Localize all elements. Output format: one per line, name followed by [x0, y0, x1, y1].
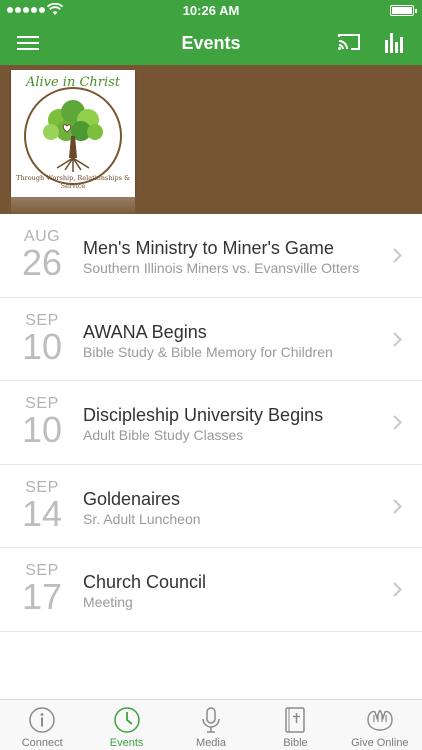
tab-media[interactable]: Media: [169, 700, 253, 750]
tab-events[interactable]: Events: [84, 700, 168, 750]
event-day: 10: [21, 325, 63, 367]
hands-icon: [367, 709, 393, 731]
event-day: 26: [21, 242, 63, 283]
tab-bible[interactable]: Bible: [253, 700, 337, 750]
event-day: 14: [21, 492, 63, 534]
chevron-right-icon: [393, 415, 402, 430]
event-subtitle: Meeting: [83, 594, 133, 610]
chevron-right-icon: [393, 331, 402, 347]
event-title: Goldenaires: [83, 488, 181, 509]
church-logo: Alive in Christ Through Worship, Relatio…: [11, 70, 135, 197]
bible-icon: [285, 707, 306, 733]
status-time: 10:26 AM: [182, 3, 240, 18]
tab-give-online[interactable]: Give Online: [338, 700, 422, 750]
event-row[interactable]: AUG 26 Men's Ministry to Miner's Game So…: [0, 214, 422, 298]
tab-connect[interactable]: Connect: [0, 700, 84, 750]
event-title: Discipleship University Begins: [83, 405, 324, 425]
chevron-right-icon: [393, 248, 402, 263]
logo-reflection: [11, 197, 135, 214]
status-bar: 10:26 AM: [0, 0, 422, 22]
tab-label: Give Online: [351, 737, 409, 749]
events-list: AUG 26 Men's Ministry to Miner's Game So…: [0, 214, 422, 632]
event-title: AWANA Begins: [83, 321, 207, 342]
cast-icon[interactable]: [337, 32, 361, 52]
event-title: Men's Ministry to Miner's Game: [83, 238, 334, 258]
event-row[interactable]: SEP 10 AWANA Begins Bible Study & Bible …: [0, 297, 422, 381]
stats-icon[interactable]: [384, 30, 406, 54]
tab-label: Connect: [21, 737, 63, 749]
event-day: 10: [21, 409, 63, 450]
tab-label: Bible: [283, 737, 308, 749]
event-subtitle: Sr. Adult Luncheon: [83, 510, 201, 527]
clock-icon: [113, 707, 140, 733]
event-subtitle: Southern Illinois Miners vs. Evansville …: [83, 260, 360, 276]
chevron-right-icon: [393, 498, 402, 514]
event-subtitle: Bible Study & Bible Memory for Children: [83, 343, 333, 360]
event-day: 17: [21, 576, 63, 617]
tab-bar: Connect Events Media Bible Give Online: [0, 699, 422, 750]
event-row[interactable]: SEP 14 Goldenaires Sr. Adult Luncheon: [0, 464, 422, 548]
chevron-right-icon: [393, 582, 402, 597]
logo-tagline: Through Worship, Relationships & Service: [16, 174, 130, 190]
event-title: Church Council: [83, 572, 207, 592]
tab-label: Media: [196, 737, 226, 749]
event-subtitle: Adult Bible Study Classes: [83, 427, 244, 443]
tab-label: Events: [109, 737, 144, 749]
microphone-icon: [202, 707, 220, 733]
nav-bar: Events: [0, 22, 422, 65]
event-row[interactable]: SEP 17 Church Council Meeting: [0, 548, 422, 632]
info-icon: [29, 707, 55, 733]
battery-icon: [390, 5, 417, 16]
header-banner: Alive in Christ Through Worship, Relatio…: [0, 65, 422, 214]
event-row[interactable]: SEP 10 Discipleship University Begins Ad…: [0, 381, 422, 465]
